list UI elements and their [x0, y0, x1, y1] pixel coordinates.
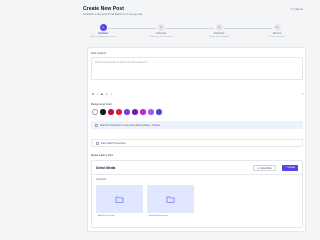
folder-icon	[166, 196, 175, 203]
color-swatch[interactable]	[156, 109, 162, 115]
content-label: Post Content	[91, 52, 106, 55]
upload-icon: ↑	[285, 166, 287, 169]
folder-card[interactable]: Brand file from new	[147, 185, 194, 225]
step-description: Review and submit	[269, 35, 285, 38]
first-comment-preview-link[interactable]: Preview	[152, 124, 161, 127]
post-content-input[interactable]: What would you like to share with your a…	[91, 57, 303, 80]
step-content[interactable]: 1 Content Add & customize your content	[83, 24, 123, 38]
color-swatch[interactable]	[132, 109, 138, 115]
cancel-button[interactable]: × Cancel	[291, 7, 303, 11]
close-icon: ×	[290, 7, 293, 11]
content-placeholder: What would you like to share with your a…	[95, 61, 148, 64]
folder-icon	[115, 196, 124, 203]
media-gallery: Select Media ▭ New folder ↑ Upload All M…	[91, 160, 303, 228]
step-description: Add & customize your content	[90, 35, 116, 38]
strikethrough-icon[interactable]: S	[101, 92, 103, 96]
upload-button[interactable]: ↑ Upload	[282, 165, 298, 171]
first-comment-option[interactable]: Post first comment on every post when po…	[91, 121, 303, 129]
color-swatch[interactable]	[116, 109, 122, 115]
color-swatch[interactable]	[92, 109, 98, 115]
media-breadcrumb[interactable]: All Media	[96, 178, 106, 181]
color-swatch[interactable]	[108, 109, 114, 115]
folder-card[interactable]: Add files for later	[96, 185, 143, 225]
bold-icon[interactable]: B	[92, 92, 94, 96]
media-title: Select Media	[96, 166, 116, 170]
stepper: 1 Content Add & customize your content 2…	[83, 24, 303, 40]
color-swatches	[92, 109, 162, 115]
folder-name: Add files for later	[98, 215, 115, 217]
step-number: 1	[99, 24, 107, 31]
step-number: 2	[157, 24, 165, 31]
step-channels[interactable]: 2 Channels Select your social accounts	[141, 24, 181, 38]
step-schedule[interactable]: 3 Schedule Choose when to publish	[199, 24, 239, 38]
italic-icon[interactable]: I	[97, 92, 98, 96]
first-comment-label: Post first comment on every post when po…	[100, 123, 150, 127]
color-swatch[interactable]	[124, 109, 130, 115]
save-draft-label: Save draft first sections	[101, 141, 126, 145]
post-form-card: Post Content What would you like to shar…	[87, 47, 306, 232]
save-draft-option[interactable]: Save draft first sections	[91, 139, 303, 147]
folder-thumbnail	[147, 185, 194, 213]
color-swatch[interactable]	[148, 109, 154, 115]
step-review[interactable]: 4 Review Review and submit	[257, 24, 297, 38]
color-swatch[interactable]	[140, 109, 146, 115]
new-folder-button[interactable]: ▭ New folder	[253, 165, 276, 171]
step-number: 3	[215, 24, 223, 31]
new-folder-label: New folder	[260, 166, 272, 170]
upload-label: Upload	[287, 166, 295, 169]
character-counter: 0	[302, 92, 304, 96]
folder-plus-icon: ▭	[257, 166, 260, 170]
save-draft-checkbox[interactable]	[96, 141, 99, 145]
media-section-label: Media Gallery Files	[91, 154, 114, 157]
step-description: Choose when to publish	[208, 35, 230, 38]
background-color-label: Background Color	[91, 103, 112, 106]
step-description: Select your social accounts	[149, 35, 173, 38]
folder-name: Brand file from new	[149, 215, 168, 217]
sidebar	[0, 0, 73, 240]
divider	[92, 174, 302, 175]
page-subtitle: Schedule a new post for all platforms in…	[83, 13, 142, 16]
step-number: 4	[273, 24, 281, 31]
color-swatch[interactable]	[100, 109, 106, 115]
main-content: Create New Post Schedule a new post for …	[73, 0, 320, 240]
folder-thumbnail	[96, 185, 143, 213]
format-toolbar: B I S ≡ ⚲ 0	[92, 91, 304, 97]
page-title: Create New Post	[83, 6, 124, 12]
cancel-label: Cancel	[293, 7, 303, 11]
emoji-icon[interactable]: ⚲	[110, 92, 112, 96]
first-comment-checkbox[interactable]	[95, 123, 98, 127]
list-icon[interactable]: ≡	[106, 92, 108, 96]
